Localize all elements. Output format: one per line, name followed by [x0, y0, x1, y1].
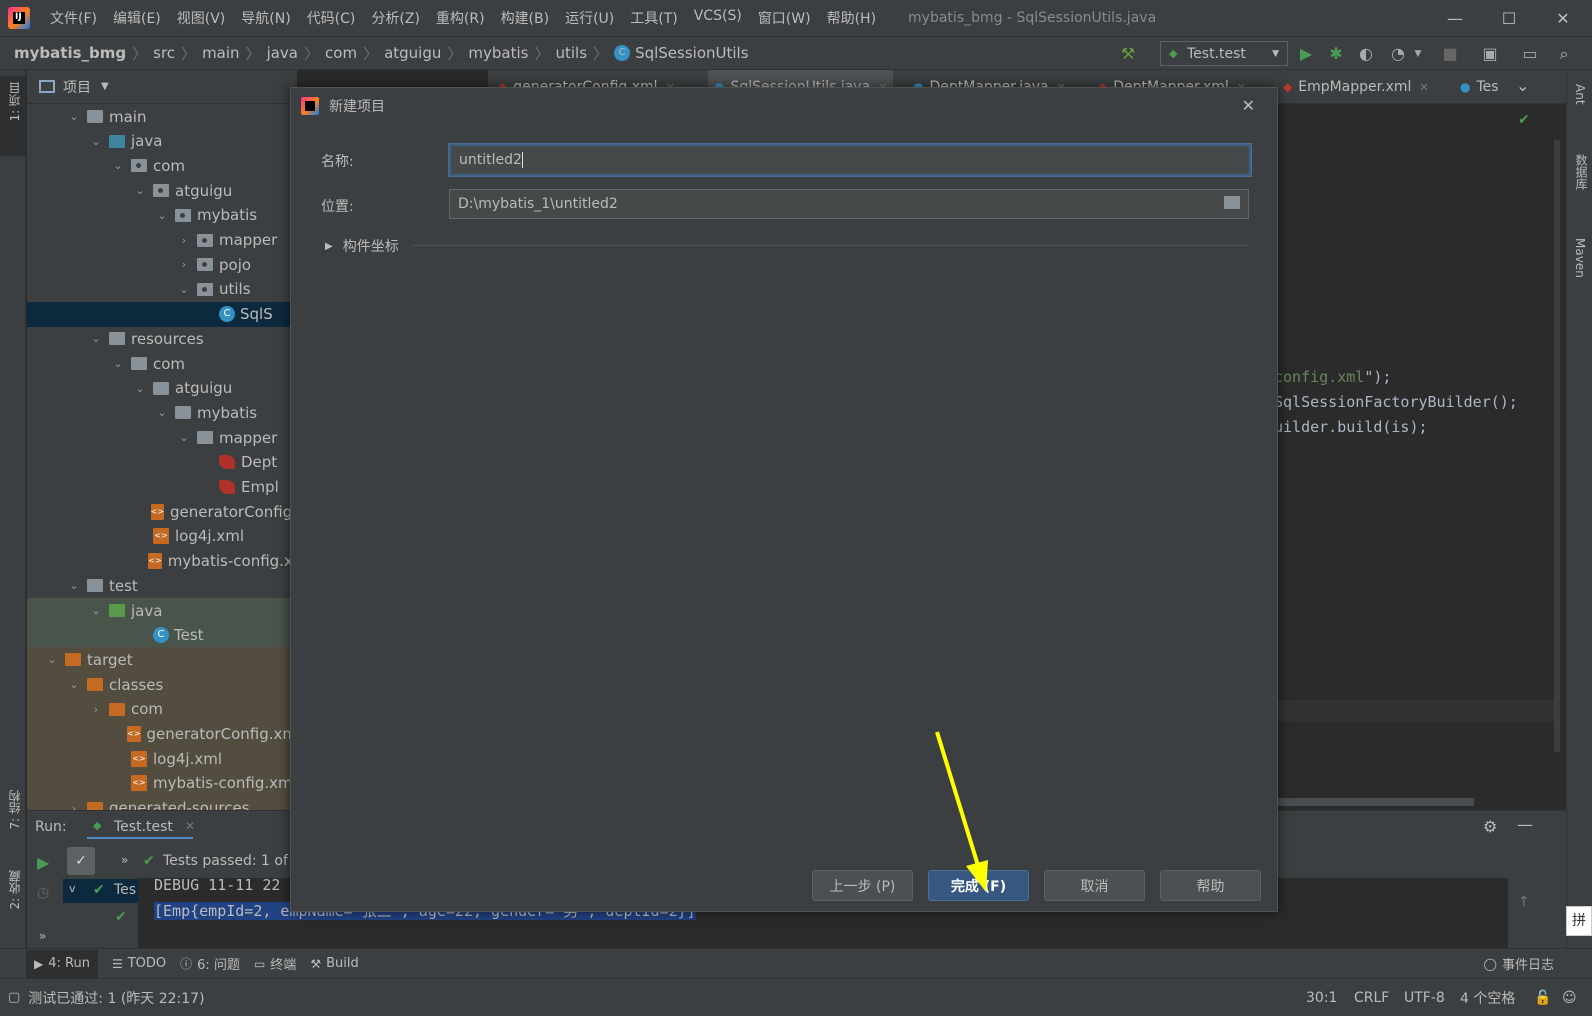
annotation-arrow-icon [935, 731, 988, 892]
ime-indicator: 拼 [1566, 906, 1592, 936]
